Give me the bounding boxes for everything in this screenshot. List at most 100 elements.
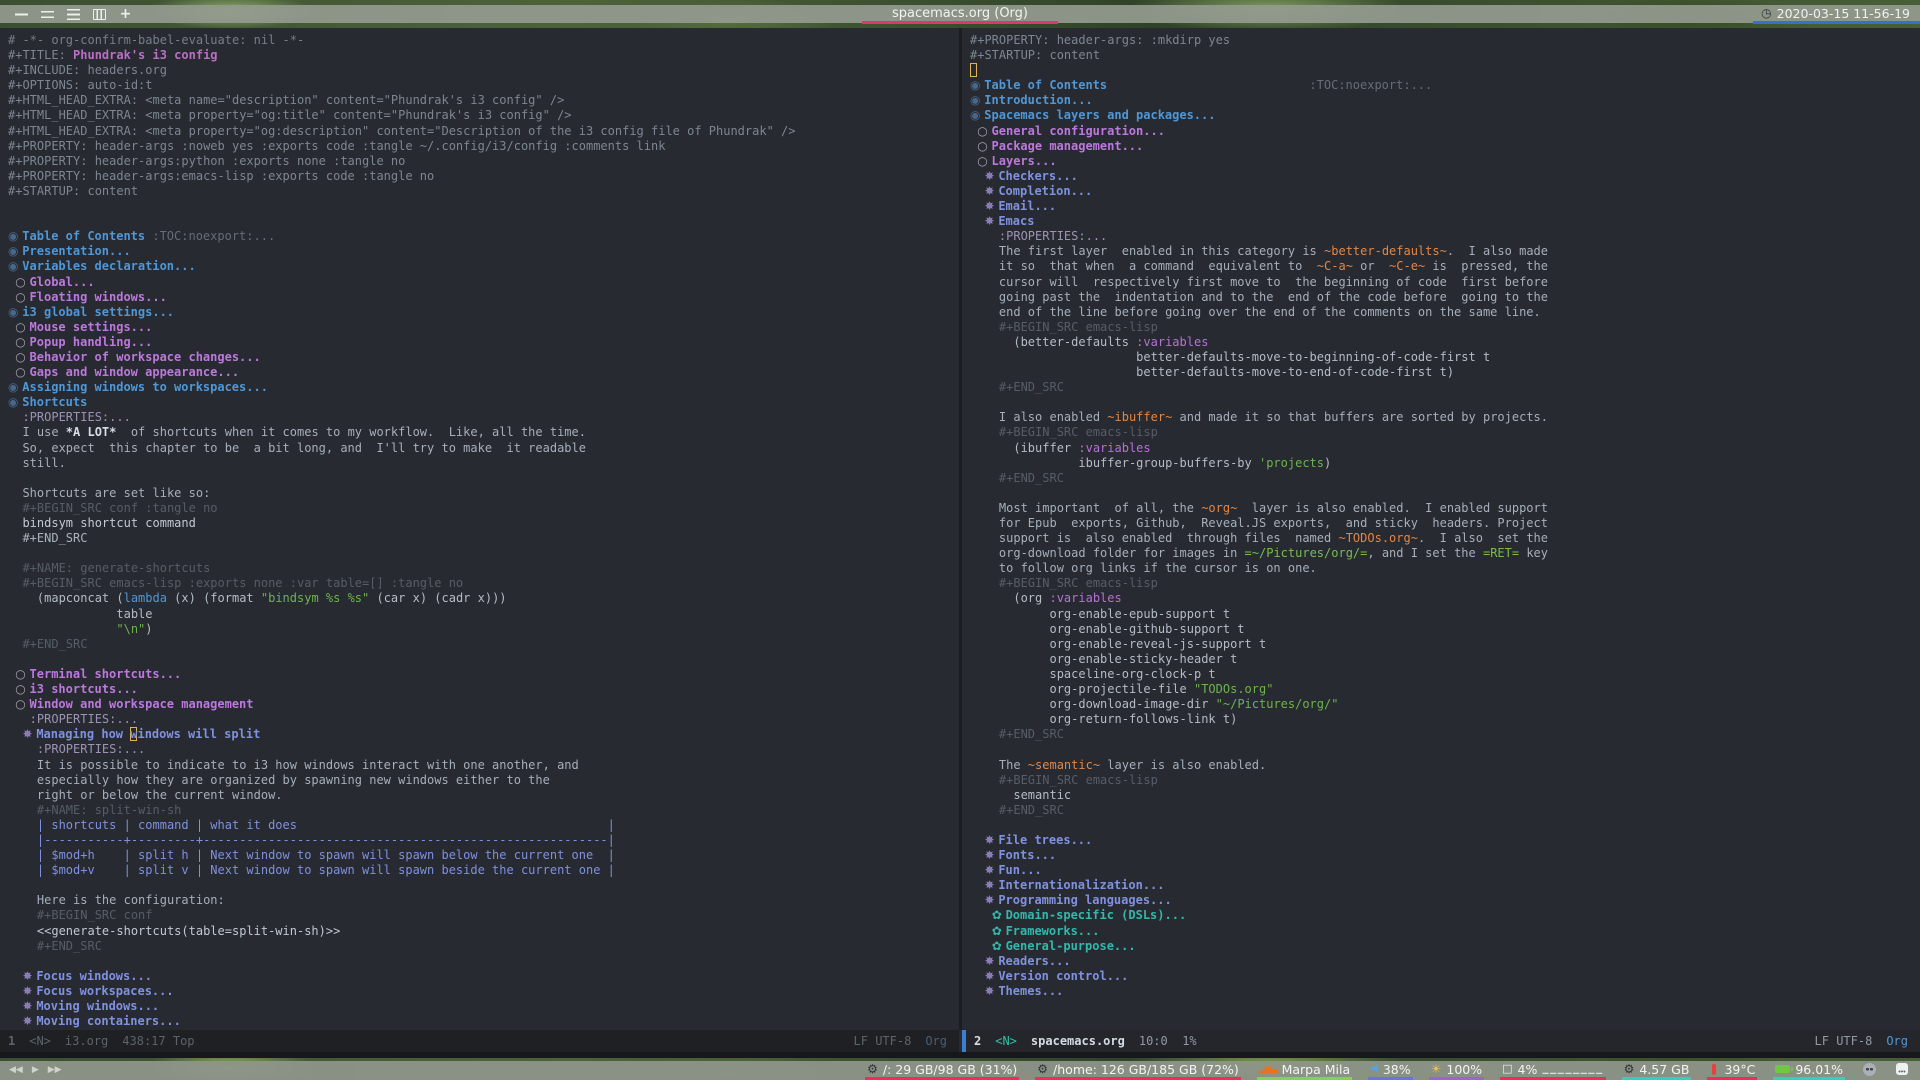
editor-line[interactable]: | shortcuts | command | what it does | xyxy=(8,818,959,833)
editor-line[interactable]: org-download folder for images in =~/Pic… xyxy=(970,546,1920,561)
editor-line[interactable]: org-download-image-dir "~/Pictures/org/" xyxy=(970,697,1920,712)
statusbar-module-memory[interactable]: ⚙ 4.57 GB xyxy=(1621,1061,1692,1080)
editor-line[interactable]: still. xyxy=(8,456,959,471)
editor-line[interactable]: #+BEGIN_SRC conf xyxy=(8,908,959,923)
editor-line[interactable]: (mapconcat (lambda (x) (format "bindsym … xyxy=(8,591,959,606)
editor-line[interactable]: #+PROPERTY: header-args:emacs-lisp :expo… xyxy=(8,169,959,184)
editor-line[interactable] xyxy=(8,471,959,486)
editor-line[interactable]: I also enabled ~ibuffer~ and made it so … xyxy=(970,410,1920,425)
editor-line[interactable]: org-enable-reveal-js-support t xyxy=(970,637,1920,652)
editor-line[interactable]: ○ Terminal shortcuts... xyxy=(8,667,959,682)
editor-line[interactable]: #+PROPERTY: header-args :noweb yes :expo… xyxy=(8,139,959,154)
editor-line[interactable]: <<generate-shortcuts(table=split-win-sh)… xyxy=(8,924,959,939)
editor-line[interactable]: (org :variables xyxy=(970,591,1920,606)
editor-line[interactable]: The ~semantic~ layer is also enabled. xyxy=(970,758,1920,773)
editor-line[interactable]: ✸ Focus workspaces... xyxy=(8,984,959,999)
editor-line[interactable]: (ibuffer :variables xyxy=(970,441,1920,456)
editor-line[interactable]: |-----------+---------+-----------------… xyxy=(8,833,959,848)
left-buffer-text[interactable]: # -*- org-confirm-babel-evaluate: nil -*… xyxy=(0,28,959,1030)
editor-line[interactable]: for Epub exports, Github, Reveal.JS expo… xyxy=(970,516,1920,531)
editor-line[interactable]: It is possible to indicate to i3 how win… xyxy=(8,758,959,773)
editor-line[interactable]: to follow org links if the cursor is on … xyxy=(970,561,1920,576)
editor-line[interactable]: #+END_SRC xyxy=(970,803,1920,818)
editor-line[interactable]: ◉ i3 global settings... xyxy=(8,305,959,320)
editor-line[interactable]: #+HTML_HEAD_EXTRA: <meta property="og:ti… xyxy=(8,108,959,123)
editor-line[interactable]: ✸ Version control... xyxy=(970,969,1920,984)
right-buffer-text[interactable]: #+PROPERTY: header-args: :mkdirp yes #+ST… xyxy=(962,28,1920,1030)
editor-line[interactable]: ✸ Managing how windows will split xyxy=(8,727,959,742)
editor-line[interactable]: #+STARTUP: content xyxy=(970,48,1920,63)
editor-line[interactable]: ○ Window and workspace management xyxy=(8,697,959,712)
editor-line[interactable]: org-enable-epub-support t xyxy=(970,607,1920,622)
editor-line[interactable]: ○ i3 shortcuts... xyxy=(8,682,959,697)
editor-line[interactable]: ◉ Presentation... xyxy=(8,244,959,259)
statusbar-module-cpu[interactable]: □ 4% ▁▁▁▁▁▁▁▁ xyxy=(1500,1061,1606,1080)
editor-line[interactable]: # -*- org-confirm-babel-evaluate: nil -*… xyxy=(8,33,959,48)
editor-line[interactable]: Here is the configuration: xyxy=(8,893,959,908)
editor-line[interactable]: ✸ Moving windows... xyxy=(8,999,959,1014)
editor-line[interactable] xyxy=(8,652,959,667)
editor-line[interactable]: #+END_SRC xyxy=(8,531,959,546)
statusbar-module-tray[interactable] xyxy=(1894,1061,1910,1080)
editor-line[interactable]: ○ General configuration... xyxy=(970,124,1920,139)
editor-line[interactable] xyxy=(970,818,1920,833)
editor-line[interactable]: | $mod+v | split v | Next window to spaw… xyxy=(8,863,959,878)
editor-line[interactable]: Shortcuts are set like so: xyxy=(8,486,959,501)
editor-line[interactable]: org-enable-github-support t xyxy=(970,622,1920,637)
statusbar-module-volume[interactable]: ◀ 38% xyxy=(1368,1061,1413,1080)
statusbar-module-disk-home[interactable]: ⚙ /home: 126 GB/185 GB (72%) xyxy=(1035,1061,1241,1080)
editor-line[interactable]: #+END_SRC xyxy=(8,637,959,652)
editor-line[interactable]: :PROPERTIES:... xyxy=(970,229,1920,244)
editor-line[interactable]: #+END_SRC xyxy=(970,727,1920,742)
editor-line[interactable]: :PROPERTIES:... xyxy=(8,410,959,425)
editor-line[interactable]: #+HTML_HEAD_EXTRA: <meta name="descripti… xyxy=(8,93,959,108)
editor-line[interactable]: ○ Mouse settings... xyxy=(8,320,959,335)
editor-line[interactable]: ✸ Programming languages... xyxy=(970,893,1920,908)
editor-line[interactable]: ○ Global... xyxy=(8,275,959,290)
workspace-button-one[interactable] xyxy=(14,6,29,22)
editor-line[interactable]: #+BEGIN_SRC emacs-lisp xyxy=(970,773,1920,788)
editor-line[interactable]: The first layer enabled in this category… xyxy=(970,244,1920,259)
editor-line[interactable]: org-enable-sticky-header t xyxy=(970,652,1920,667)
editor-line[interactable]: #+BEGIN_SRC emacs-lisp xyxy=(970,320,1920,335)
editor-line[interactable]: ◉ Spacemacs layers and packages... xyxy=(970,108,1920,123)
editor-line[interactable] xyxy=(970,486,1920,501)
editor-line[interactable]: I use *A LOT* of shortcuts when it comes… xyxy=(8,425,959,440)
editor-line[interactable]: ✸ Emacs xyxy=(970,214,1920,229)
editor-line[interactable]: ✸ Completion... xyxy=(970,184,1920,199)
editor-line[interactable] xyxy=(8,546,959,561)
editor-line[interactable]: support is also enabled through files na… xyxy=(970,531,1920,546)
editor-line[interactable]: #+END_SRC xyxy=(8,939,959,954)
editor-line[interactable]: better-defaults-move-to-end-of-code-firs… xyxy=(970,365,1920,380)
editor-line[interactable]: org-return-follows-link t) xyxy=(970,712,1920,727)
editor-line[interactable]: bindsym shortcut command xyxy=(8,516,959,531)
editor-line[interactable]: #+BEGIN_SRC emacs-lisp xyxy=(970,576,1920,591)
editor-line[interactable]: #+PROPERTY: header-args: :mkdirp yes xyxy=(970,33,1920,48)
editor-line[interactable]: #+HTML_HEAD_EXTRA: <meta property="og:de… xyxy=(8,124,959,139)
statusbar-module-discord[interactable] xyxy=(1861,1061,1878,1080)
editor-line[interactable]: ○ Layers... xyxy=(970,154,1920,169)
editor-line[interactable]: :PROPERTIES:... xyxy=(8,712,959,727)
editor-line[interactable]: ✸ Focus windows... xyxy=(8,969,959,984)
editor-line[interactable]: ✸ Readers... xyxy=(970,954,1920,969)
editor-line[interactable]: especially how they are organized by spa… xyxy=(8,773,959,788)
editor-line[interactable] xyxy=(970,63,1920,78)
editor-line[interactable]: ✿ Domain-specific (DSLs)... xyxy=(970,908,1920,923)
editor-pane-left[interactable]: # -*- org-confirm-babel-evaluate: nil -*… xyxy=(0,28,959,1030)
editor-line[interactable] xyxy=(970,742,1920,757)
editor-line[interactable]: #+BEGIN_SRC emacs-lisp xyxy=(970,425,1920,440)
editor-line[interactable]: #+INCLUDE: headers.org xyxy=(8,63,959,78)
statusbar-module-music[interactable]: ▂▅▃ Marpa Mila xyxy=(1256,1061,1353,1080)
editor-line[interactable]: it so that when a command equivalent to … xyxy=(970,259,1920,274)
editor-line[interactable]: ✸ Moving containers... xyxy=(8,1014,959,1029)
editor-line[interactable]: ✿ General-purpose... xyxy=(970,939,1920,954)
editor-line[interactable]: ○ Floating windows... xyxy=(8,290,959,305)
editor-line[interactable]: right or below the current window. xyxy=(8,788,959,803)
editor-line[interactable] xyxy=(8,878,959,893)
workspace-button-three[interactable] xyxy=(66,6,81,22)
editor-line[interactable]: #+NAME: split-win-sh xyxy=(8,803,959,818)
editor-line[interactable]: #+PROPERTY: header-args:python :exports … xyxy=(8,154,959,169)
editor-line[interactable]: table xyxy=(8,607,959,622)
editor-line[interactable]: ◉ Variables declaration... xyxy=(8,259,959,274)
editor-line[interactable]: ✸ Fonts... xyxy=(970,848,1920,863)
